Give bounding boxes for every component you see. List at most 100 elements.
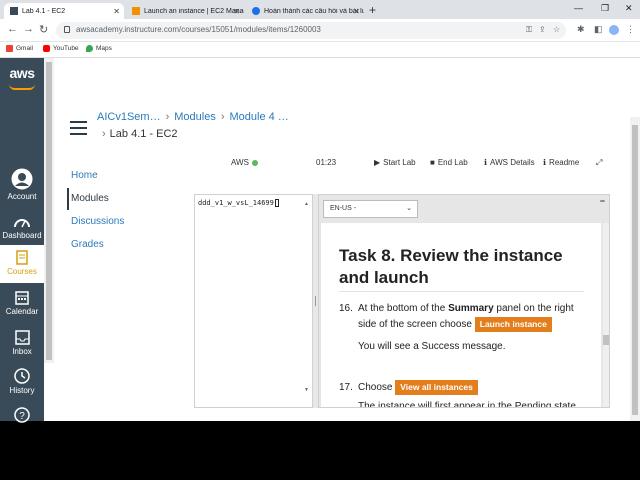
close-icon[interactable]: ✕ bbox=[113, 7, 120, 16]
star-icon[interactable]: ☆ bbox=[553, 25, 560, 34]
status-dot-icon bbox=[251, 159, 258, 166]
nav-history[interactable]: History bbox=[0, 368, 44, 395]
aws-logo[interactable]: aws bbox=[0, 65, 44, 81]
tab-ec2[interactable]: Launch an instance | EC2 Manag ✕ bbox=[126, 3, 244, 19]
step-17-text: Choose View all instances bbox=[358, 380, 478, 396]
play-icon: ▶ bbox=[374, 158, 381, 167]
active-indicator bbox=[67, 188, 69, 210]
site-favicon-icon bbox=[252, 7, 260, 15]
nav-help[interactable]: ? bbox=[0, 407, 44, 425]
step-17-note: The instance will first appear in the Pe… bbox=[358, 401, 576, 408]
course-nav-discussions[interactable]: Discussions bbox=[71, 216, 124, 227]
account-avatar-icon bbox=[11, 168, 33, 190]
share-icon[interactable]: ⇪ bbox=[539, 25, 546, 34]
start-lab-button[interactable]: ▶ Start Lab bbox=[374, 158, 416, 167]
scroll-up-icon[interactable]: ▲ bbox=[304, 201, 309, 207]
terminal-text: ddd_v1_w_vsL_14699 bbox=[198, 199, 279, 207]
chevron-right-icon: › bbox=[102, 128, 106, 140]
step-number: 17. bbox=[339, 382, 353, 393]
bookmarks-bar: Gmail YouTube Maps bbox=[0, 42, 640, 58]
step-16-text: At the bottom of the Summary panel on th… bbox=[358, 303, 574, 332]
breadcrumb: AICv1Sem… › Modules › Module 4 … bbox=[97, 111, 289, 123]
browser-toolbar: ← → ↻ awsacademy.instructure.com/courses… bbox=[0, 19, 640, 42]
maps-icon bbox=[86, 45, 93, 52]
nav-dashboard[interactable]: Dashboard bbox=[0, 215, 44, 240]
aws-smile-icon bbox=[9, 84, 35, 90]
gmail-icon bbox=[6, 45, 13, 52]
close-icon[interactable]: ✕ bbox=[353, 7, 360, 16]
launch-instance-label: Launch instance bbox=[474, 317, 552, 332]
cursor bbox=[274, 199, 279, 207]
lock-icon bbox=[64, 26, 70, 33]
new-tab-button[interactable]: + bbox=[369, 3, 376, 17]
history-clock-icon bbox=[14, 368, 30, 384]
address-bar[interactable]: awsacademy.instructure.com/courses/15051… bbox=[56, 22, 566, 39]
courses-book-icon bbox=[16, 250, 28, 265]
chevron-right-icon: › bbox=[165, 111, 170, 123]
language-select[interactable]: EN-US - ⌄ bbox=[323, 200, 418, 218]
step-16-note: You will see a Success message. bbox=[358, 341, 506, 352]
readme-button[interactable]: ℹ Readme bbox=[543, 158, 579, 167]
readme-pane: − EN-US - ⌄ Task 8. Review the instance … bbox=[318, 194, 610, 408]
view-all-instances-label: View all instances bbox=[395, 380, 478, 395]
nav-courses[interactable]: Courses bbox=[0, 245, 44, 283]
course-nav-home[interactable]: Home bbox=[71, 170, 98, 181]
info-icon: ℹ bbox=[543, 158, 547, 167]
bookmark-gmail[interactable]: Gmail bbox=[6, 45, 33, 52]
key-icon[interactable]: ⚿ bbox=[526, 25, 532, 35]
task-heading: Task 8. Review the instance and launch bbox=[339, 246, 563, 287]
course-nav-grades[interactable]: Grades bbox=[71, 239, 104, 250]
profile-avatar[interactable] bbox=[609, 25, 619, 35]
extensions-icon[interactable]: ✱ bbox=[577, 24, 585, 35]
hamburger-menu-icon[interactable] bbox=[70, 121, 87, 139]
nav-scrollbar[interactable] bbox=[44, 58, 54, 363]
scroll-down-icon[interactable]: ▼ bbox=[304, 387, 309, 393]
step-number: 16. bbox=[339, 303, 353, 314]
minimize-icon[interactable]: — bbox=[574, 3, 583, 13]
nav-account[interactable]: Account bbox=[0, 168, 44, 201]
page-scrollbar[interactable] bbox=[630, 117, 640, 421]
tab-lab[interactable]: Lab 4.1 - EC2 ✕ bbox=[4, 3, 124, 19]
canvas-favicon-icon bbox=[10, 7, 18, 15]
sidepanel-icon[interactable]: ◧ bbox=[594, 24, 603, 35]
terminal-pane[interactable]: ddd_v1_w_vsL_14699 ▲ ▼ bbox=[194, 194, 313, 408]
window-close-icon[interactable]: ✕ bbox=[625, 3, 633, 14]
chevron-down-icon: ⌄ bbox=[406, 205, 412, 212]
nav-inbox[interactable]: Inbox bbox=[0, 330, 44, 356]
tab-strip: Lab 4.1 - EC2 ✕ Launch an instance | EC2… bbox=[0, 0, 640, 19]
stop-icon: ■ bbox=[430, 158, 435, 167]
bookmark-maps[interactable]: Maps bbox=[86, 45, 112, 52]
dashboard-icon bbox=[14, 219, 30, 228]
lab-timer: 01:23 bbox=[316, 158, 337, 167]
lab-toolbar: AWS 01:23 ▶ Start Lab ■ End Lab ℹ AWS Detai… bbox=[196, 152, 610, 174]
aws-favicon-icon bbox=[132, 7, 140, 15]
breadcrumb-module[interactable]: Module 4 … bbox=[230, 111, 289, 123]
aws-status[interactable]: AWS bbox=[231, 158, 258, 167]
back-icon[interactable]: ← bbox=[7, 23, 18, 35]
nav-calendar[interactable]: Calendar bbox=[0, 290, 44, 316]
chevron-right-icon: › bbox=[220, 111, 225, 123]
aws-details-button[interactable]: ℹ AWS Details bbox=[484, 158, 535, 167]
readme-scrollbar[interactable] bbox=[603, 223, 609, 407]
youtube-icon bbox=[43, 45, 50, 52]
tab-questions[interactable]: Hoàn thành các câu hỏi và bài lu ✕ bbox=[246, 3, 364, 19]
readme-content: Task 8. Review the instance and launch 1… bbox=[321, 223, 601, 408]
forward-icon[interactable]: → bbox=[23, 23, 34, 35]
help-icon: ? bbox=[14, 407, 30, 423]
info-icon: ℹ bbox=[484, 158, 488, 167]
bookmark-youtube[interactable]: YouTube bbox=[43, 45, 79, 52]
menu-dots-icon[interactable]: ⋮ bbox=[626, 24, 635, 35]
inbox-icon bbox=[14, 330, 30, 345]
restore-icon[interactable]: ❐ bbox=[601, 3, 609, 14]
heading-rule bbox=[339, 291, 584, 292]
global-nav: aws Account Dashboard Courses Calendar I… bbox=[0, 58, 44, 423]
breadcrumb-course[interactable]: AICv1Sem… bbox=[97, 111, 161, 123]
collapse-icon[interactable]: − bbox=[600, 196, 605, 206]
close-icon[interactable]: ✕ bbox=[233, 7, 240, 16]
fullscreen-icon[interactable]: ⤢ bbox=[596, 158, 602, 168]
course-nav-modules[interactable]: Modules bbox=[71, 193, 109, 204]
svg-text:?: ? bbox=[19, 411, 25, 422]
end-lab-button[interactable]: ■ End Lab bbox=[430, 158, 468, 167]
reload-icon[interactable]: ↻ bbox=[39, 23, 48, 36]
breadcrumb-modules[interactable]: Modules bbox=[174, 111, 216, 123]
